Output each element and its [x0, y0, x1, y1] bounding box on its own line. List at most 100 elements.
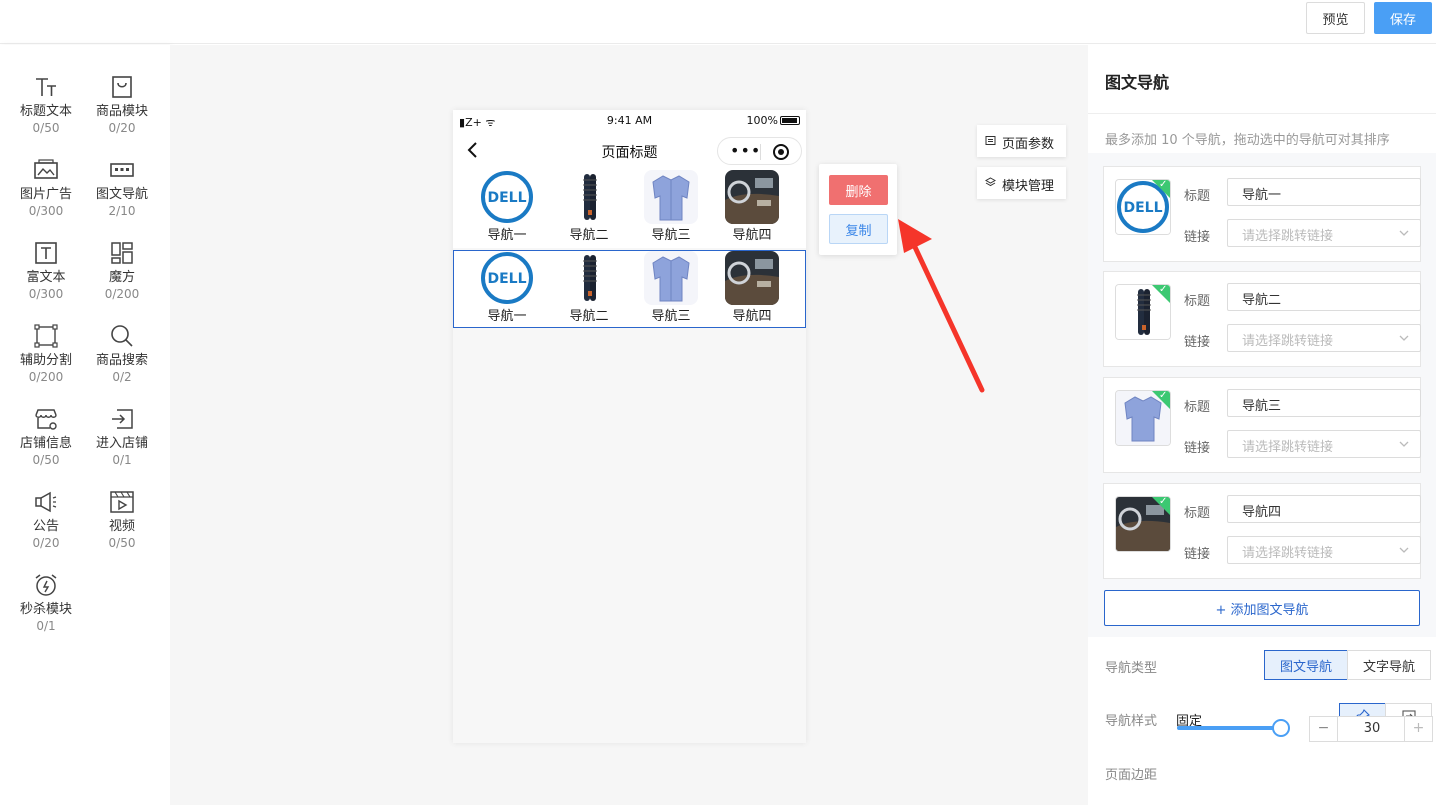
nav-item[interactable]: 导航三	[636, 251, 706, 325]
component-magic-cube[interactable]: 魔方 0/200	[84, 239, 160, 302]
stepper-plus-button[interactable]: +	[1404, 717, 1432, 741]
nav-item[interactable]: 导航四	[717, 170, 787, 244]
nav-type-image-option[interactable]: 图文导航	[1264, 650, 1348, 680]
nav-item-thumbnail[interactable]	[1115, 390, 1171, 446]
component-title-text[interactable]: 标题文本 0/50	[8, 73, 84, 136]
nav-link-select[interactable]: 请选择跳转链接	[1227, 536, 1421, 564]
search-icon	[108, 322, 136, 350]
nav-item[interactable]: 导航三	[636, 170, 706, 244]
margin-slider-handle[interactable]	[1272, 719, 1290, 737]
nav-title-input[interactable]: 导航一	[1227, 178, 1421, 206]
nav-item-card[interactable]: 标题 导航二 链接 请选择跳转链接	[1103, 271, 1421, 367]
component-announcement[interactable]: 公告 0/20	[8, 488, 84, 551]
hair-brush-image	[562, 251, 616, 305]
component-video[interactable]: 视频 0/50	[84, 488, 160, 551]
image-nav-block-selected[interactable]: DELL 导航一 导航二 导航三 导航四	[453, 250, 806, 328]
shirt-image	[644, 251, 698, 305]
announcement-icon	[32, 488, 60, 516]
dell-logo-image: DELL	[480, 251, 534, 305]
panel-hint: 最多添加 10 个导航，拖动选中的导航可对其排序	[1105, 133, 1390, 148]
margin-stepper: − 30 +	[1309, 716, 1433, 742]
status-bar: ▮Z+ ᯤ 9:41 AM 100%	[453, 110, 806, 132]
preview-button[interactable]: 预览	[1306, 2, 1365, 34]
image-nav-icon	[108, 156, 136, 184]
check-icon	[1152, 285, 1170, 303]
margin-slider-track[interactable]	[1177, 726, 1287, 730]
component-product[interactable]: 商品模块 0/20	[84, 73, 160, 136]
rich-text-icon	[32, 239, 60, 267]
add-image-nav-button[interactable]: + 添加图文导航	[1104, 590, 1420, 626]
nav-title-input[interactable]: 导航三	[1227, 389, 1421, 417]
component-image-ad[interactable]: 图片广告 0/300	[8, 156, 84, 219]
block-actions-popover: 删除 复制	[819, 164, 897, 255]
nav-type-text-option[interactable]: 文字导航	[1347, 650, 1431, 680]
chevron-down-icon	[1399, 230, 1409, 236]
component-divider[interactable]: 辅助分割 0/200	[8, 322, 84, 385]
annotation-arrow-icon	[898, 219, 985, 393]
image-ad-icon	[32, 156, 60, 184]
phone-navbar: 页面标题 •••	[453, 132, 806, 170]
battery-icon	[780, 116, 800, 125]
title-text-icon	[32, 73, 60, 101]
alarm-clock-icon	[32, 571, 60, 599]
nav-title-input[interactable]: 导航二	[1227, 283, 1421, 311]
enter-store-icon	[108, 405, 136, 433]
capsule-menu[interactable]: •••	[717, 137, 802, 165]
check-icon	[1152, 180, 1170, 198]
nav-item[interactable]: DELL 导航一	[472, 170, 542, 244]
component-sidebar: 标题文本 0/50 商品模块 0/20 图片广告 0/300 图文导航 2/10…	[0, 45, 170, 805]
battery-label: 100%	[746, 114, 778, 127]
component-flash-sale[interactable]: 秒杀模块 0/1	[8, 571, 84, 634]
nav-item-thumbnail[interactable]: DELL	[1115, 179, 1171, 235]
component-rich-text[interactable]: 富文本 0/300	[8, 239, 84, 302]
nav-items-list: DELL 标题 导航一 链接 请选择跳转链接 标题 导航二 链接 请选择跳转链接	[1088, 153, 1436, 637]
stepper-minus-button[interactable]: −	[1310, 717, 1338, 741]
nav-item-card[interactable]: DELL 标题 导航一 链接 请选择跳转链接	[1103, 166, 1421, 262]
more-icon[interactable]: •••	[730, 141, 761, 160]
page-params-button[interactable]: 页面参数	[977, 125, 1066, 157]
component-image-nav[interactable]: 图文导航 2/10	[84, 156, 160, 219]
nav-item[interactable]: 导航二	[554, 251, 624, 325]
nav-link-select[interactable]: 请选择跳转链接	[1227, 324, 1421, 352]
margin-value-input[interactable]: 30	[1338, 717, 1406, 741]
svg-text:DELL: DELL	[487, 271, 526, 287]
nav-item-thumbnail[interactable]	[1115, 496, 1171, 552]
dell-logo-image: DELL	[480, 170, 534, 224]
delete-button[interactable]: 删除	[829, 175, 888, 205]
component-product-search[interactable]: 商品搜索 0/2	[84, 322, 160, 385]
page-icon	[985, 136, 996, 145]
nav-item[interactable]: 导航二	[554, 170, 624, 244]
nav-item-card[interactable]: 标题 导航四 链接 请选择跳转链接	[1103, 483, 1421, 579]
nav-item[interactable]: DELL 导航一	[472, 251, 542, 325]
layers-icon	[985, 177, 996, 187]
hair-brush-image	[562, 170, 616, 224]
check-icon	[1152, 391, 1170, 409]
component-enter-store[interactable]: 进入店铺 0/1	[84, 405, 160, 468]
save-button[interactable]: 保存	[1374, 2, 1432, 34]
close-mini-icon[interactable]	[773, 144, 789, 160]
nav-item-card[interactable]: 标题 导航三 链接 请选择跳转链接	[1103, 377, 1421, 473]
copy-button[interactable]: 复制	[829, 214, 888, 244]
nav-link-select[interactable]: 请选择跳转链接	[1227, 219, 1421, 247]
panel-title: 图文导航	[1105, 73, 1170, 92]
nav-title-input[interactable]: 导航四	[1227, 495, 1421, 523]
chevron-down-icon	[1399, 441, 1409, 447]
store-icon	[32, 405, 60, 433]
shirt-image	[644, 170, 698, 224]
phone-preview: ▮Z+ ᯤ 9:41 AM 100% 页面标题 ••• DELL 导航一 导航二	[453, 110, 806, 743]
nav-item-thumbnail[interactable]	[1115, 284, 1171, 340]
svg-text:DELL: DELL	[487, 190, 526, 206]
car-interior-image	[725, 170, 779, 224]
nav-style-label: 导航样式	[1105, 714, 1158, 729]
nav-item[interactable]: 导航四	[717, 251, 787, 325]
top-bar: 预览 保存	[0, 0, 1436, 44]
nav-link-select[interactable]: 请选择跳转链接	[1227, 430, 1421, 458]
divider-icon	[32, 322, 60, 350]
image-nav-block[interactable]: DELL 导航一 导航二 导航三 导航四	[453, 170, 806, 248]
car-interior-image	[725, 251, 779, 305]
module-manage-button[interactable]: 模块管理	[977, 167, 1066, 199]
svg-text:DELL: DELL	[1123, 200, 1162, 216]
nav-type-label: 导航类型	[1105, 661, 1158, 676]
component-store-info[interactable]: 店铺信息 0/50	[8, 405, 84, 468]
settings-panel: 图文导航 最多添加 10 个导航，拖动选中的导航可对其排序 DELL 标题 导航…	[1088, 45, 1436, 805]
